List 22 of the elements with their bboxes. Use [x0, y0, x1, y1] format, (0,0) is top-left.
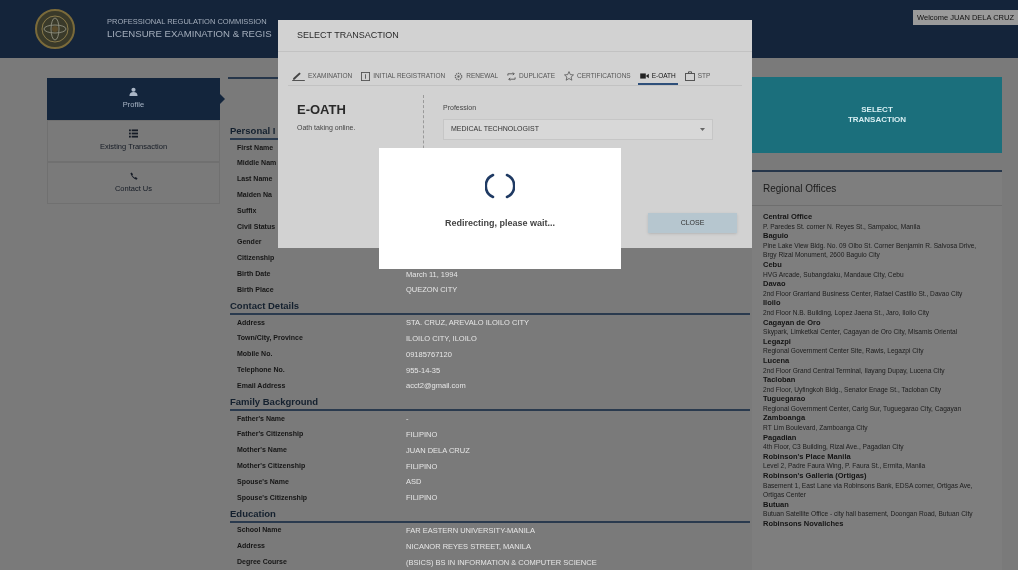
phone-icon [129, 171, 138, 180]
pointer-arrow-icon [220, 94, 225, 104]
section-heading: Family Background [230, 393, 750, 411]
pencil-icon [292, 71, 305, 81]
caret-icon [700, 127, 705, 131]
section-heading: Education [230, 505, 750, 523]
user-icon [129, 87, 138, 97]
star-icon [564, 71, 575, 81]
section-heading: Contact Details [230, 297, 750, 315]
spinner-icon [485, 173, 515, 199]
repeat-icon [507, 71, 517, 81]
briefcase-icon [684, 71, 695, 81]
gear-icon [454, 71, 464, 81]
list-icon [129, 129, 138, 139]
transaction-title: E-OATH [297, 101, 347, 119]
modal-title: SELECT TRANSACTION [278, 20, 752, 52]
loading-message: Redirecting, please wait... [444, 217, 555, 230]
video-camera-icon [639, 73, 649, 79]
seal-logo-icon [34, 8, 76, 50]
select-transaction-card[interactable]: SELECT TRANSACTION [752, 77, 1002, 153]
system-title: LICENSURE EXAMINATION & REGIS [107, 27, 272, 41]
numbered-box-icon [361, 71, 371, 81]
